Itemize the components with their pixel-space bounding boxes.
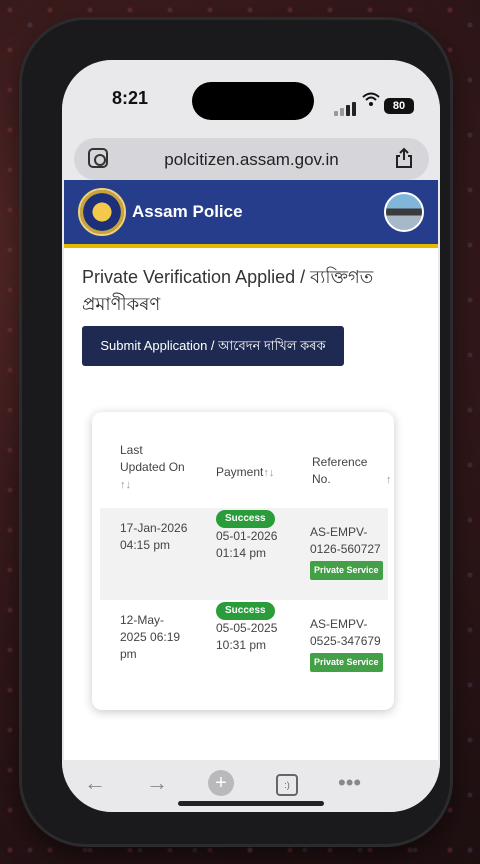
back-arrow-icon[interactable]: ← <box>84 770 106 796</box>
table-row[interactable]: 17-Jan-2026 04:15 pm Success 05-01-2026 … <box>100 508 388 600</box>
service-type-badge: Private Service <box>310 561 383 580</box>
browser-toolbar: ← → + :) ••• <box>62 760 440 812</box>
last-updated-cell: 17-Jan-2026 04:15 pm <box>120 521 188 552</box>
sort-icon[interactable]: ↑ <box>386 472 392 489</box>
reference-number[interactable]: AS-EMPV-0126-560727 <box>310 524 386 558</box>
share-icon[interactable] <box>395 147 413 169</box>
service-type-badge: Private Service <box>310 653 383 672</box>
column-label: Payment <box>216 465 264 479</box>
reference-cell: AS-EMPV-0126-560727 Private Service <box>310 524 386 580</box>
applications-table: Last Updated On ↑↓ Payment↑↓ Reference N… <box>100 422 392 692</box>
brand-name[interactable]: Assam Police <box>132 202 243 222</box>
user-avatar[interactable] <box>384 192 424 232</box>
phone-frame: 8:21 80 polcitizen.assam.gov.in Assam Po… <box>22 20 450 844</box>
table-row[interactable]: 12-May-2025 06:19 pm Success 05-05-2025 … <box>100 600 388 692</box>
column-header-payment[interactable]: Payment↑↓ <box>216 464 296 482</box>
table-header: Last Updated On ↑↓ Payment↑↓ Reference N… <box>100 422 392 508</box>
sort-icon[interactable]: ↑↓ <box>263 467 274 479</box>
page-title: Private Verification Applied / ব্যক্তিগত… <box>82 267 374 314</box>
dynamic-island <box>192 82 314 120</box>
column-header-reference[interactable]: Reference No. ↑ <box>312 454 392 488</box>
more-options-icon[interactable]: ••• <box>338 770 361 796</box>
url-text[interactable]: polcitizen.assam.gov.in <box>74 150 429 170</box>
home-indicator[interactable] <box>178 801 324 806</box>
phone-screen: 8:21 80 polcitizen.assam.gov.in Assam Po… <box>62 60 440 812</box>
battery-indicator: 80 <box>384 98 414 114</box>
reference-cell: AS-EMPV-0525-347679 Private Service <box>310 616 386 672</box>
submit-application-button[interactable]: Submit Application / আবেদন দাখিল কৰক <box>82 326 344 366</box>
sort-icon[interactable]: ↑↓ <box>120 479 131 491</box>
column-label: Reference No. <box>312 455 368 486</box>
payment-date-cell: 05-01-2026 01:14 pm <box>216 529 278 560</box>
payment-status-badge: Success <box>216 602 275 620</box>
last-updated-cell: 12-May-2025 06:19 pm <box>120 613 181 661</box>
reference-number[interactable]: AS-EMPV-0525-347679 <box>310 616 386 650</box>
status-bar: 8:21 80 <box>62 60 440 122</box>
payment-status-badge: Success <box>216 510 275 528</box>
tabs-icon[interactable]: :) <box>276 774 298 796</box>
signal-icon <box>334 98 358 116</box>
wifi-icon <box>362 92 380 111</box>
web-page: Assam Police Private Verification Applie… <box>64 180 438 760</box>
applications-table-card: Last Updated On ↑↓ Payment↑↓ Reference N… <box>92 412 394 710</box>
payment-date-cell: 05-05-2025 10:31 pm <box>216 621 278 652</box>
assam-police-logo[interactable] <box>78 188 126 236</box>
forward-arrow-icon[interactable]: → <box>146 770 168 796</box>
address-bar[interactable]: polcitizen.assam.gov.in <box>74 138 429 180</box>
status-time: 8:21 <box>112 88 149 108</box>
new-tab-plus-icon[interactable]: + <box>208 770 234 796</box>
site-header: Assam Police <box>64 180 438 248</box>
column-label: Last Updated On <box>120 443 185 474</box>
column-header-last-updated[interactable]: Last Updated On ↑↓ <box>120 442 190 494</box>
